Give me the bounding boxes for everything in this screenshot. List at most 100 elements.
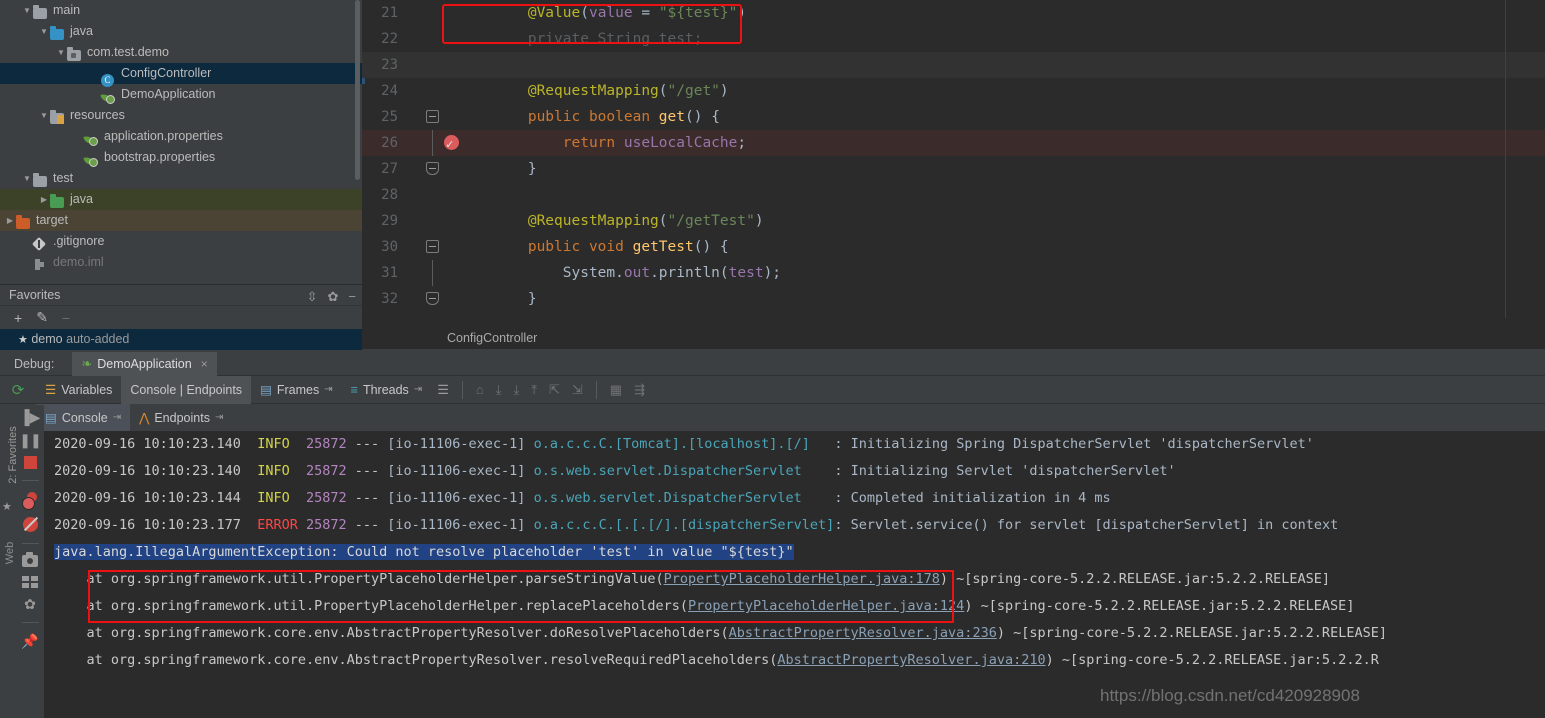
fold-end-icon[interactable] [426,292,439,305]
resume-icon[interactable]: ▐▶ [20,410,41,424]
tree-item-demoapplication[interactable]: · DemoApplication [0,84,362,105]
chevron-right-icon[interactable]: ▶ [4,210,16,231]
tree-item-com-test-demo[interactable]: ▼ com.test.demo [0,42,362,63]
editor-gutter[interactable] [406,234,458,260]
rail-separator-2 [21,543,39,544]
editor-gutter[interactable] [406,208,458,234]
threads-icon: ≡ [350,382,358,397]
code-line-22[interactable]: 22 private String test; [362,26,1545,52]
editor-gutter[interactable] [406,286,458,312]
console-output[interactable]: 2020-09-16 10:10:23.140 INFO 25872 --- [… [44,431,1545,718]
stop-icon[interactable] [23,456,37,469]
chevron-right-icon[interactable]: ▶ [38,189,50,210]
tree-item-label: test [53,171,74,186]
code-line-21[interactable]: 21 @Value(value = "${test}") [362,0,1545,26]
breakpoint-icon[interactable] [444,131,459,157]
tree-item-application-properties[interactable]: · application.properties [0,126,362,147]
tab-console-endpoints[interactable]: Console | Endpoints [121,375,252,404]
tab-frames-label: Frames [276,382,320,397]
list-icon[interactable]: ☰ [431,382,455,398]
tree-item-bootstrap-properties[interactable]: · bootstrap.properties [0,147,362,168]
stack-prefix: at org.springframework.core.env.Abstract… [54,625,729,641]
code-line-23[interactable]: 23 [362,52,1545,78]
stack-file-link[interactable]: AbstractPropertyResolver.java:236 [729,625,997,641]
code-line-28[interactable]: 28 [362,182,1545,208]
code-line-26[interactable]: 26 return useLocalCache; [362,130,1545,157]
code-line-27[interactable]: 27 } [362,156,1545,182]
favorites-list-item[interactable]: ★ demo auto-added [0,329,362,350]
editor-gutter[interactable] [406,0,458,26]
mute-breakpoints-icon[interactable] [22,517,38,532]
log-logger: o.a.c.c.C.[Tomcat].[localhost].[/] [533,436,835,452]
code-line-32[interactable]: 32 } [362,286,1545,312]
editor-gutter[interactable] [406,104,458,130]
stack-file-link[interactable]: PropertyPlaceholderHelper.java:124 [688,598,964,614]
tree-item-main[interactable]: ▼ main [0,0,362,21]
editor-gutter[interactable] [406,156,458,182]
hide-icon[interactable]: − [348,290,356,303]
screenshot-icon[interactable] [22,552,38,567]
gear-icon[interactable]: ✿ [328,290,339,303]
frames-icon: ▤ [260,383,272,397]
editor-gutter[interactable] [406,52,458,78]
tab-variables[interactable]: ☰ Variables [36,376,121,404]
code-editor[interactable]: 21 @Value(value = "${test}") 22 private S… [362,0,1545,330]
close-icon[interactable]: × [201,357,208,371]
code-line-29[interactable]: 29 @RequestMapping("/getTest") [362,208,1545,234]
edit-icon[interactable]: ✎ [36,309,48,326]
code-line-30[interactable]: 30 public void getTest() { [362,234,1545,260]
chevron-down-icon[interactable]: ▼ [38,21,50,42]
editor-gutter[interactable] [406,260,458,286]
tree-item-configcontroller[interactable]: ·C ConfigController [0,63,362,87]
tab-frames[interactable]: ▤ Frames ⇥ [251,376,342,404]
project-tree-scrollbar[interactable] [355,0,360,180]
tree-item-test[interactable]: ▼ test [0,168,362,189]
tree-item-target[interactable]: ▶ target [0,210,362,231]
fold-marker-icon[interactable] [426,240,439,253]
tree-item-resources[interactable]: ▼ resources [0,105,362,126]
tree-item--gitignore[interactable]: · .gitignore [0,231,362,252]
pause-icon[interactable]: ❚❚ [19,433,41,447]
favorites-tool-window[interactable]: Favorites ⇳ ✿ − + ✎ − ★ demo auto-added [0,284,362,350]
editor-gutter[interactable] [406,130,459,157]
chevron-down-icon[interactable]: ▼ [21,168,33,189]
tree-item-demo-iml[interactable]: · demo.iml [0,252,362,273]
iml-icon [33,256,49,270]
breadcrumb[interactable]: ConfigController [362,328,1545,349]
view-breakpoints-icon[interactable] [22,492,38,510]
rerun-icon[interactable]: ⟳ [0,381,36,399]
code-line-25[interactable]: 25 public boolean get() { [362,104,1545,130]
fold-marker-icon[interactable] [426,110,439,123]
log-level: INFO [257,463,298,479]
subtab-endpoints[interactable]: ⋀ Endpoints ⇥ [130,404,232,431]
editor-gutter[interactable] [406,78,458,104]
tree-item-java[interactable]: ▶ java [0,189,362,210]
editor-code-area[interactable]: 21 @Value(value = "${test}") 22 private S… [362,0,1545,312]
subtab-console[interactable]: ▤ Console ⇥ [36,404,131,431]
project-tool-window[interactable]: ▼main▼java▼com.test.demo·CConfigControll… [0,0,362,284]
add-icon[interactable]: + [14,310,22,326]
project-tree[interactable]: ▼main▼java▼com.test.demo·CConfigControll… [0,0,362,273]
settings-icon-rail[interactable]: ✿ [24,597,36,611]
fold-end-icon[interactable] [426,162,439,175]
chevron-down-icon[interactable]: ▼ [21,0,33,21]
code-token: public boolean [527,109,659,125]
tree-item-java[interactable]: ▼ java [0,21,362,42]
pin-icon[interactable]: 📌 [21,634,38,648]
toolbar-separator [461,380,463,399]
stack-file-link[interactable]: PropertyPlaceholderHelper.java:178 [664,571,940,587]
editor-gutter[interactable] [406,182,458,208]
collapse-all-icon[interactable]: ⇳ [307,290,318,303]
code-line-24[interactable]: 24 @RequestMapping("/get") [362,78,1545,104]
debug-run-config-tab[interactable]: ❧ DemoApplication × [72,351,217,376]
code-token: ( [580,5,589,21]
stack-file-link[interactable]: AbstractPropertyResolver.java:210 [777,652,1045,668]
layout-icon[interactable] [22,576,38,588]
chevron-down-icon[interactable]: ▼ [38,105,50,126]
editor-gutter[interactable] [406,26,458,52]
chevron-down-icon[interactable]: ▼ [55,42,67,63]
code-line-31[interactable]: 31 System.out.println(test); [362,260,1545,286]
tab-threads[interactable]: ≡ Threads ⇥ [342,376,432,404]
spacer: · [21,252,33,273]
spacer: · [72,147,84,168]
